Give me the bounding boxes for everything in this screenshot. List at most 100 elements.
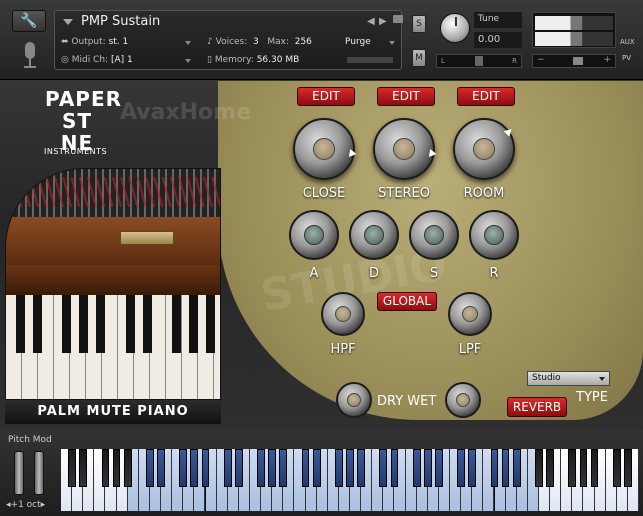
black-key[interactable]: [257, 449, 265, 487]
max-voices-value[interactable]: 256: [295, 37, 312, 47]
midi-channel-selector[interactable]: ◎ Midi Ch: [A] 1: [61, 55, 133, 65]
black-key[interactable]: [334, 449, 343, 487]
max-label: Max:: [267, 37, 289, 47]
black-key[interactable]: [623, 449, 632, 487]
black-key[interactable]: [268, 449, 277, 487]
lpf-knob[interactable]: [448, 292, 492, 336]
memory-label: Memory:: [214, 55, 254, 65]
black-key[interactable]: [279, 449, 288, 487]
black-key[interactable]: [123, 449, 132, 487]
close-knob[interactable]: [293, 118, 358, 180]
octave-shift[interactable]: ◂+1 oct▸: [6, 500, 45, 510]
black-key[interactable]: [490, 449, 499, 487]
solo-button[interactable]: S: [412, 15, 426, 33]
black-key[interactable]: [546, 449, 554, 487]
hpf-knob[interactable]: [321, 292, 365, 336]
piano-photo: [5, 168, 221, 400]
release-knob[interactable]: [469, 210, 519, 260]
aux-button[interactable]: AUX: [620, 38, 635, 46]
instrument-name[interactable]: PMP Sustain: [81, 14, 160, 29]
black-key[interactable]: [68, 449, 76, 487]
pan-slider[interactable]: L R: [436, 54, 522, 68]
black-key[interactable]: [535, 449, 543, 487]
edit-close-button[interactable]: EDIT: [297, 87, 355, 106]
sustain-knob[interactable]: [409, 210, 459, 260]
purge-menu[interactable]: Purge: [345, 37, 371, 47]
black-key[interactable]: [179, 449, 188, 487]
pitch-wheel[interactable]: [14, 451, 24, 495]
black-key[interactable]: [568, 449, 577, 487]
black-key[interactable]: [223, 449, 232, 487]
attack-label: A: [309, 266, 319, 281]
next-instrument-icon[interactable]: ▶: [379, 16, 387, 27]
black-key[interactable]: [468, 449, 477, 487]
black-key[interactable]: [590, 449, 599, 487]
pan-right-label: R: [512, 57, 517, 65]
volume-handle[interactable]: [573, 57, 583, 65]
pitch-mod-label: Pitch Mod: [8, 435, 52, 445]
instrument-info-panel: PMP Sustain ◀ ▶ ⬌ Output: st. 1 ♪ Voices…: [54, 10, 403, 70]
volume-minus-icon[interactable]: −: [537, 55, 545, 65]
release-label: R: [489, 266, 499, 281]
output-selector[interactable]: ⬌ Output: st. 1: [61, 37, 128, 47]
pv-button[interactable]: PV: [622, 54, 631, 62]
purge-dropdown-icon[interactable]: [389, 41, 395, 45]
black-key[interactable]: [379, 449, 388, 487]
watermark-text: AvaxHome: [120, 100, 251, 125]
black-key[interactable]: [390, 449, 399, 487]
decay-knob[interactable]: [349, 210, 399, 260]
microphone-icon[interactable]: [22, 42, 38, 70]
midi-dropdown-icon[interactable]: [185, 59, 191, 63]
stereo-knob[interactable]: [373, 118, 438, 180]
pan-left-label: L: [441, 57, 445, 65]
edit-room-button[interactable]: EDIT: [457, 87, 515, 106]
mod-wheel[interactable]: [34, 451, 44, 495]
tune-value[interactable]: 0.00: [474, 32, 522, 48]
output-dropdown-icon[interactable]: [185, 41, 191, 45]
mute-button[interactable]: M: [412, 49, 426, 67]
black-key[interactable]: [190, 449, 199, 487]
instrument-title: PALM MUTE PIANO: [5, 400, 221, 424]
room-knob[interactable]: [453, 118, 515, 180]
octave-value: +1 oct: [10, 500, 41, 510]
camera-icon[interactable]: [393, 15, 403, 23]
global-button[interactable]: GLOBAL: [377, 292, 437, 311]
black-key[interactable]: [501, 449, 510, 487]
black-key[interactable]: [457, 449, 466, 487]
reverb-type-select[interactable]: Studio: [527, 371, 610, 386]
piano-keyboard[interactable]: [61, 449, 639, 511]
black-key[interactable]: [423, 449, 432, 487]
black-key[interactable]: [579, 449, 588, 487]
black-key[interactable]: [157, 449, 165, 487]
black-key[interactable]: [201, 449, 210, 487]
black-key[interactable]: [301, 449, 310, 487]
prev-instrument-icon[interactable]: ◀: [367, 16, 375, 27]
edit-stereo-button[interactable]: EDIT: [377, 87, 435, 106]
tune-knob[interactable]: [440, 13, 470, 43]
dry-knob[interactable]: [336, 382, 372, 418]
brand-subtitle: INSTRUMENTS: [44, 147, 108, 156]
black-key[interactable]: [435, 449, 443, 487]
collapse-triangle-icon[interactable]: [63, 19, 73, 25]
pan-handle[interactable]: [475, 56, 483, 66]
wrench-icon[interactable]: 🔧: [12, 10, 46, 32]
volume-slider[interactable]: − +: [532, 54, 616, 68]
black-key[interactable]: [234, 449, 243, 487]
reverb-button[interactable]: REVERB: [507, 397, 567, 417]
memory-value: 56.30 MB: [256, 55, 300, 65]
black-key[interactable]: [146, 449, 154, 487]
reverb-type-value: Studio: [532, 373, 561, 383]
black-key[interactable]: [79, 449, 88, 487]
dry-wet-label: DRY WET: [377, 394, 437, 409]
wet-knob[interactable]: [445, 382, 481, 418]
black-key[interactable]: [346, 449, 354, 487]
attack-knob[interactable]: [289, 210, 339, 260]
volume-plus-icon[interactable]: +: [603, 55, 611, 65]
black-key[interactable]: [512, 449, 521, 487]
black-key[interactable]: [101, 449, 110, 487]
black-key[interactable]: [357, 449, 365, 487]
black-key[interactable]: [412, 449, 421, 487]
black-key[interactable]: [612, 449, 621, 487]
black-key[interactable]: [312, 449, 321, 487]
black-key[interactable]: [112, 449, 121, 487]
